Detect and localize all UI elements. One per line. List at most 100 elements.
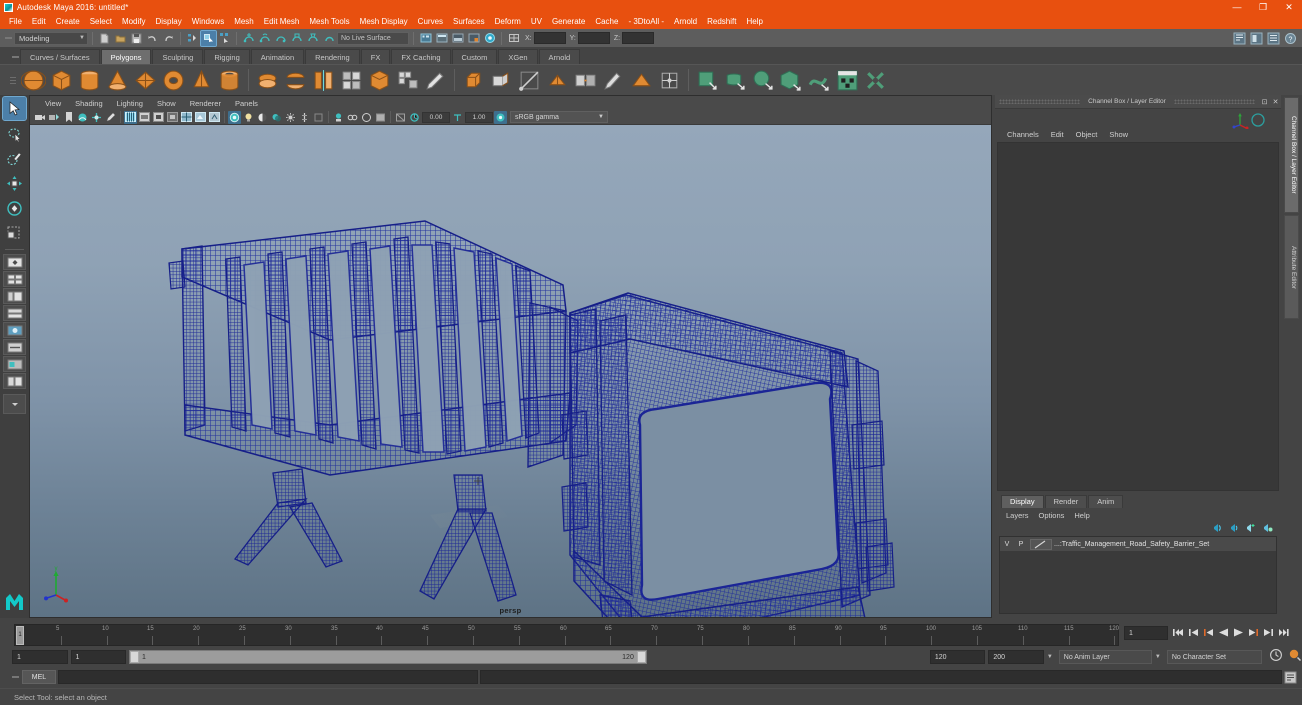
move-tool-icon[interactable] <box>3 172 26 195</box>
four-view-layout-icon[interactable] <box>3 271 26 287</box>
animation-preferences-icon[interactable] <box>1288 648 1302 667</box>
menu-item-select[interactable]: Select <box>85 14 117 29</box>
uv-cylindrical-icon[interactable] <box>723 68 748 93</box>
select-camera-icon[interactable] <box>34 111 47 124</box>
channel-box-menu-channels[interactable]: Channels <box>1001 130 1045 139</box>
mirror-geometry-icon[interactable] <box>311 68 336 93</box>
channel-box-menu-edit[interactable]: Edit <box>1045 130 1070 139</box>
play-backwards-icon[interactable] <box>1217 625 1230 640</box>
uv-spherical-icon[interactable] <box>751 68 776 93</box>
render-view-icon[interactable] <box>482 31 497 46</box>
resolution-gate-icon[interactable] <box>374 111 387 124</box>
step-forward-key-icon[interactable] <box>1247 625 1260 640</box>
grease-pencil-icon[interactable] <box>104 111 117 124</box>
menu-item-mesh-display[interactable]: Mesh Display <box>355 14 413 29</box>
vertical-tab-channel-box-layer-editor[interactable]: Channel Box / Layer Editor <box>1284 97 1299 213</box>
reduce-icon[interactable] <box>395 68 420 93</box>
menu-item-surfaces[interactable]: Surfaces <box>448 14 490 29</box>
viewport-menu-lighting[interactable]: Lighting <box>110 99 150 108</box>
hardware-texturing-icon[interactable] <box>228 110 241 124</box>
shelf-tab-xgen[interactable]: XGen <box>498 49 538 64</box>
show-hide-channel-box-icon[interactable] <box>1266 31 1281 46</box>
uv-layout-icon[interactable] <box>835 68 860 93</box>
layer-visibility-toggle[interactable]: V <box>1000 541 1014 548</box>
paint-weights-icon[interactable] <box>601 68 626 93</box>
select-tool-icon[interactable] <box>2 96 27 121</box>
render-current-frame-icon[interactable] <box>418 31 433 46</box>
viewport-menu-show[interactable]: Show <box>150 99 183 108</box>
menu-item-deform[interactable]: Deform <box>490 14 526 29</box>
shelf-tab-rendering[interactable]: Rendering <box>305 49 360 64</box>
polygon-torus-icon[interactable] <box>161 68 186 93</box>
menu-item-edit-mesh[interactable]: Edit Mesh <box>259 14 305 29</box>
exposure-icon[interactable] <box>408 111 421 124</box>
layer-menu-options[interactable]: Options <box>1034 511 1070 520</box>
maximize-button[interactable]: ❐ <box>1250 0 1276 14</box>
script-editor-icon[interactable] <box>1283 670 1298 685</box>
viewport-menu-panels[interactable]: Panels <box>228 99 265 108</box>
hypershade-icon[interactable] <box>466 31 481 46</box>
shelf-tab-curves-surfaces[interactable]: Curves / Surfaces <box>20 49 100 64</box>
hypergraph-persp-layout-icon[interactable] <box>3 305 26 321</box>
render-settings-icon[interactable] <box>450 31 465 46</box>
film-gate-icon[interactable] <box>360 111 373 124</box>
smooth-icon[interactable] <box>339 68 364 93</box>
persp-graph-layout-icon[interactable] <box>3 322 26 338</box>
hypershade-persp-layout-icon[interactable] <box>3 356 26 372</box>
uv-automatic-icon[interactable] <box>779 68 804 93</box>
boolean-icon[interactable] <box>367 68 392 93</box>
extrude-icon[interactable] <box>489 68 514 93</box>
layer-tab-render[interactable]: Render <box>1044 495 1088 508</box>
shelf-tabs-grip[interactable] <box>10 50 20 64</box>
gate-mask-icon[interactable] <box>394 111 407 124</box>
range-end-handle[interactable] <box>636 651 646 663</box>
command-input[interactable] <box>58 670 478 684</box>
bevel-icon[interactable] <box>461 68 486 93</box>
color-management-icon[interactable] <box>494 110 507 124</box>
layer-color-swatch[interactable] <box>1030 538 1052 550</box>
outliner-graph-layout-icon[interactable] <box>3 373 26 389</box>
status-line-grip[interactable] <box>3 31 13 45</box>
smooth-shade-selected-icon[interactable] <box>152 111 165 124</box>
layer-name[interactable]: ...:Traffic_Management_Road_Safety_Barri… <box>1054 541 1209 548</box>
menu-item-modify[interactable]: Modify <box>117 14 151 29</box>
open-scene-icon[interactable] <box>113 31 128 46</box>
menu-item-file[interactable]: File <box>4 14 27 29</box>
range-slider[interactable]: 1 120 <box>129 650 647 664</box>
select-by-object-icon[interactable] <box>200 29 217 47</box>
multisample-icon[interactable] <box>312 111 325 124</box>
use-default-lights-icon[interactable] <box>242 111 255 124</box>
go-to-end-icon[interactable] <box>1277 625 1290 640</box>
transfer-attributes-icon[interactable] <box>573 68 598 93</box>
snap-to-grid-icon[interactable] <box>241 31 256 46</box>
lasso-select-tool-icon[interactable] <box>3 122 26 145</box>
menu-item-mesh-tools[interactable]: Mesh Tools <box>304 14 354 29</box>
playback-end-field[interactable]: 120 <box>929 650 986 664</box>
uv-snapshot-icon[interactable] <box>863 68 888 93</box>
command-line-grip[interactable] <box>10 670 20 684</box>
two-d-pan-zoom-icon[interactable] <box>90 111 103 124</box>
xray-icon[interactable] <box>194 111 207 124</box>
shelf-tab-custom[interactable]: Custom <box>451 49 498 64</box>
layer-row[interactable]: V P ...:Traffic_Management_Road_Safety_B… <box>1000 537 1276 551</box>
bookmarks-icon[interactable] <box>62 111 75 124</box>
viewport-menu-shading[interactable]: Shading <box>68 99 110 108</box>
shadows-icon[interactable] <box>270 111 283 124</box>
select-by-hierarchy-icon[interactable] <box>185 31 200 46</box>
live-surface-field[interactable]: No Live Surface <box>337 31 409 45</box>
script-language-button[interactable]: MEL <box>22 670 56 684</box>
coord-y-field[interactable] <box>577 32 610 44</box>
polygon-sphere-icon[interactable] <box>20 68 47 93</box>
single-perspective-layout-icon[interactable] <box>3 254 26 270</box>
shelf-tab-sculpting[interactable]: Sculpting <box>152 49 204 64</box>
menu-item-cache[interactable]: Cache <box>590 14 623 29</box>
perspective-viewport[interactable]: y persp <box>30 125 991 617</box>
play-forwards-icon[interactable] <box>1232 625 1245 640</box>
soften-edge-icon[interactable] <box>545 68 570 93</box>
snap-to-view-plane-icon[interactable] <box>305 31 320 46</box>
shelf-tab-fx-caching[interactable]: FX Caching <box>391 49 451 64</box>
input-output-connections-icon[interactable] <box>506 31 521 46</box>
camera-attributes-icon[interactable] <box>48 111 61 124</box>
polygon-plane-icon[interactable] <box>133 68 158 93</box>
anim-layer-dropdown[interactable]: No Anim Layer <box>1058 650 1152 664</box>
